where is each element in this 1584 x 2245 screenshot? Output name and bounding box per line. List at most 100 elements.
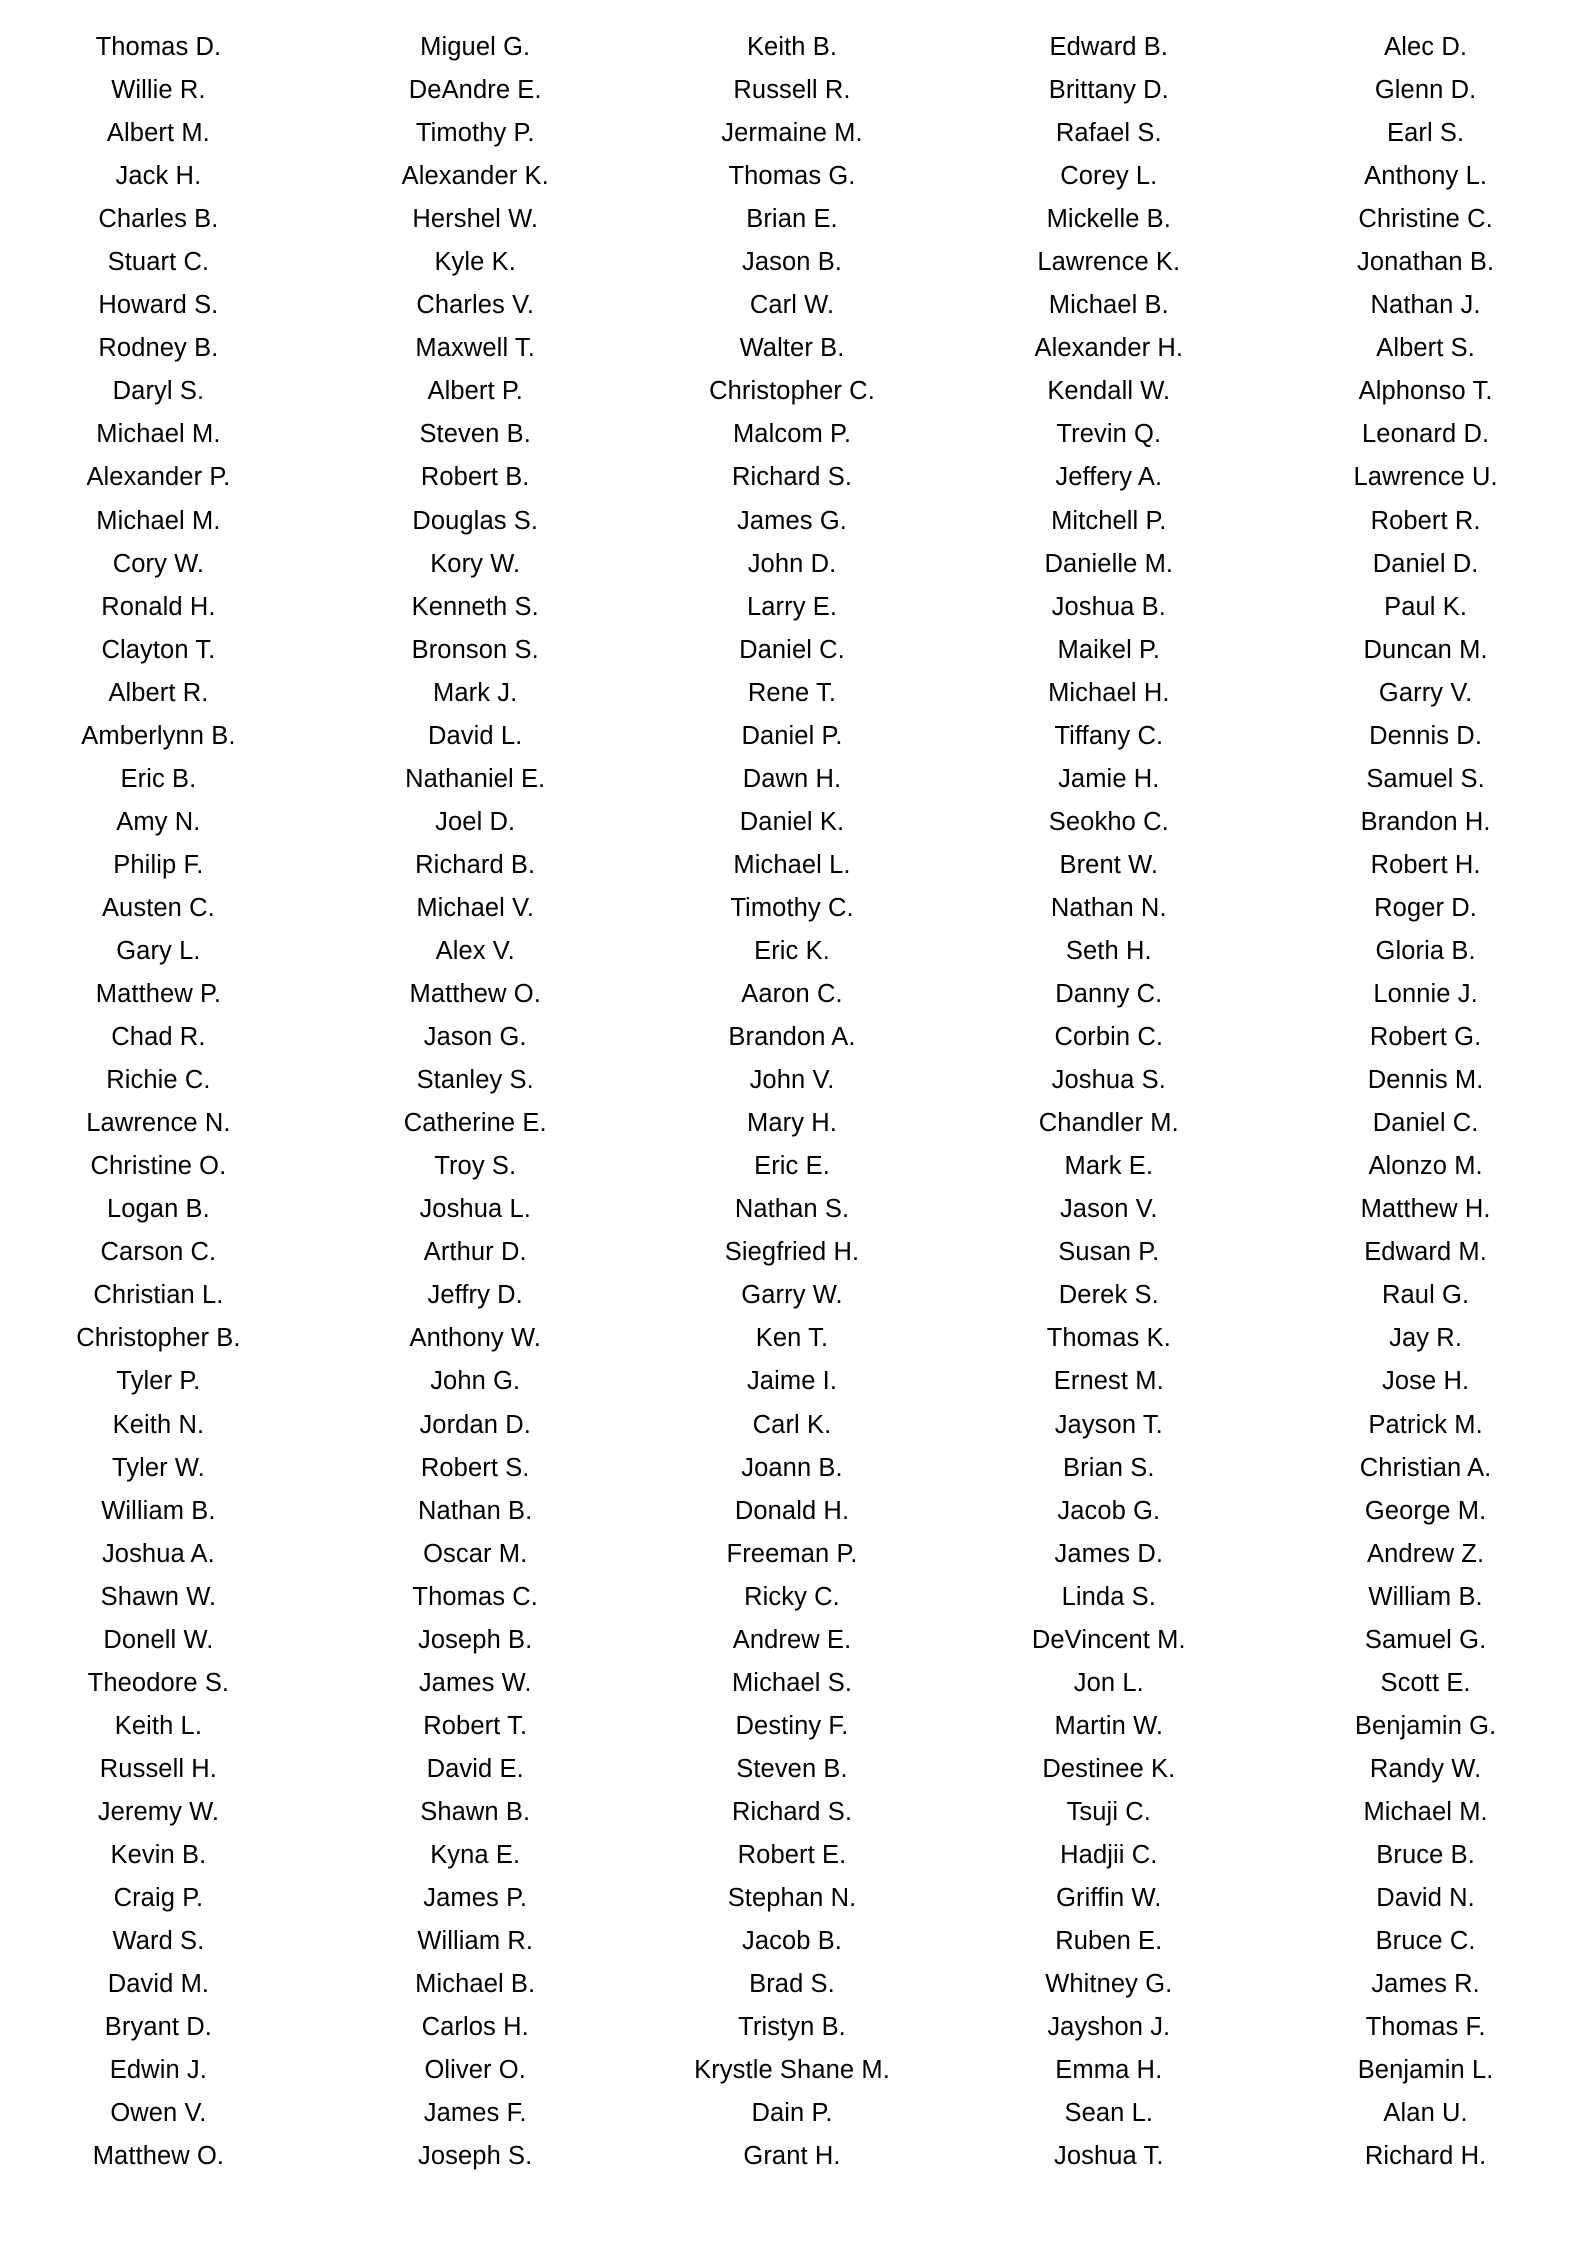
name-entry: Clayton T. bbox=[101, 635, 216, 664]
name-entry: Stephan N. bbox=[727, 1884, 857, 1913]
name-entry: Stanley S. bbox=[416, 1066, 534, 1095]
name-entry: Dawn H. bbox=[742, 764, 842, 793]
name-entry: Matthew P. bbox=[95, 980, 222, 1009]
name-entry: Troy S. bbox=[434, 1152, 517, 1181]
name-entry: Alex V. bbox=[435, 936, 515, 965]
name-list-grid: Thomas D. Willie R. Albert M. Jack H. Charle… bbox=[0, 0, 1584, 2178]
name-entry: Timothy P. bbox=[415, 119, 535, 148]
name-entry: Matthew H. bbox=[1360, 1195, 1491, 1224]
name-entry: Joann B. bbox=[741, 1453, 843, 1482]
name-entry: Joshua L. bbox=[419, 1195, 531, 1224]
name-entry: Garry W. bbox=[741, 1281, 843, 1310]
name-entry: Dennis M. bbox=[1367, 1066, 1484, 1095]
name-entry: Michael B. bbox=[1048, 291, 1169, 320]
name-entry: Jonathan B. bbox=[1356, 248, 1495, 277]
name-entry: David E. bbox=[426, 1754, 524, 1783]
name-entry: Tyler W. bbox=[111, 1453, 205, 1482]
name-entry: Daniel D. bbox=[1372, 549, 1479, 578]
name-entry: Tyler P. bbox=[116, 1367, 201, 1396]
name-entry: Scott E. bbox=[1380, 1668, 1471, 1697]
names-column-1: Thomas D. Willie R. Albert M. Jack H. Charle… bbox=[0, 26, 317, 2178]
name-entry: Bruce C. bbox=[1375, 1927, 1476, 1956]
name-entry: Oliver O. bbox=[424, 2056, 526, 2085]
name-entry: Eric K. bbox=[754, 936, 830, 965]
name-entry: Carl K. bbox=[752, 1410, 832, 1439]
name-entry: Maxwell T. bbox=[415, 334, 535, 363]
name-entry: Catherine E. bbox=[403, 1109, 547, 1138]
name-entry: Joseph B. bbox=[418, 1625, 533, 1654]
name-entry: Joshua A. bbox=[101, 1539, 215, 1568]
name-entry: Michael M. bbox=[1363, 1797, 1488, 1826]
name-entry: Destiny F. bbox=[735, 1711, 849, 1740]
name-entry: James W. bbox=[418, 1668, 532, 1697]
name-entry: Edward B. bbox=[1049, 33, 1169, 61]
name-entry: Trevin Q. bbox=[1056, 420, 1162, 449]
name-entry: Amberlynn B. bbox=[81, 721, 236, 750]
name-entry: Carson C. bbox=[100, 1238, 217, 1267]
name-entry: Jayshon J. bbox=[1047, 2013, 1171, 2042]
names-column-2: Miguel G. DeAndre E. Timothy P. Alexander K… bbox=[317, 26, 634, 2178]
name-entry: Craig P. bbox=[113, 1884, 204, 1913]
name-entry: Whitney G. bbox=[1045, 1970, 1173, 1999]
name-entry: Mark J. bbox=[433, 678, 518, 707]
name-entry: Bruce B. bbox=[1376, 1840, 1475, 1869]
name-entry: Jaime I. bbox=[746, 1367, 838, 1396]
name-entry: Russell H. bbox=[99, 1754, 217, 1783]
name-entry: Eric E. bbox=[754, 1152, 830, 1181]
name-entry: Carlos H. bbox=[421, 2013, 529, 2042]
name-entry: Benjamin G. bbox=[1354, 1711, 1497, 1740]
name-entry: Joseph S. bbox=[418, 2142, 533, 2171]
name-entry: Derek S. bbox=[1058, 1281, 1159, 1310]
name-entry: Christian L. bbox=[93, 1281, 224, 1310]
name-entry: Lawrence N. bbox=[86, 1109, 231, 1138]
name-entry: Tiffany C. bbox=[1054, 721, 1164, 750]
name-entry: Donell W. bbox=[103, 1625, 214, 1654]
name-entry: Jason G. bbox=[423, 1023, 527, 1052]
name-entry: James F. bbox=[423, 2099, 527, 2128]
name-entry: Rafael S. bbox=[1055, 119, 1162, 148]
name-entry: Albert P. bbox=[427, 377, 523, 406]
name-entry: Richard S. bbox=[731, 1797, 853, 1826]
name-entry: Destinee K. bbox=[1042, 1754, 1176, 1783]
name-entry: Keith N. bbox=[112, 1410, 205, 1439]
name-entry: Kyle K. bbox=[434, 248, 516, 277]
name-entry: Daniel P. bbox=[741, 721, 843, 750]
name-entry: Nathan N. bbox=[1050, 893, 1167, 922]
name-entry: Shawn B. bbox=[420, 1797, 531, 1826]
name-entry: Dain P. bbox=[751, 2099, 833, 2128]
name-entry: Keith L. bbox=[114, 1711, 203, 1740]
name-entry: Tsuji C. bbox=[1066, 1797, 1151, 1826]
name-entry: Albert M. bbox=[106, 119, 210, 148]
name-entry: Stuart C. bbox=[107, 248, 210, 277]
name-entry: Andrew Z. bbox=[1367, 1539, 1485, 1568]
name-entry: Christine O. bbox=[90, 1152, 227, 1181]
name-entry: Edwin J. bbox=[109, 2056, 207, 2085]
name-entry: Danielle M. bbox=[1044, 549, 1174, 578]
name-entry: Daryl S. bbox=[112, 377, 205, 406]
name-entry: Malcom P. bbox=[732, 420, 852, 449]
name-entry: Oscar M. bbox=[423, 1539, 528, 1568]
name-entry: Bronson S. bbox=[411, 635, 539, 664]
name-entry: Michael B. bbox=[415, 1970, 536, 1999]
name-entry: Christian A. bbox=[1359, 1453, 1492, 1482]
name-entry: Grant H. bbox=[743, 2142, 841, 2171]
name-entry: Steven B. bbox=[419, 420, 531, 449]
name-entry: James G. bbox=[737, 506, 847, 535]
name-entry: Seth H. bbox=[1065, 936, 1152, 965]
name-entry: Hadjii C. bbox=[1060, 1840, 1158, 1869]
name-entry: Garry V. bbox=[1378, 678, 1473, 707]
name-entry: John D. bbox=[747, 549, 837, 578]
name-entry: Freeman P. bbox=[726, 1539, 858, 1568]
name-entry: Jason V. bbox=[1059, 1195, 1158, 1224]
name-entry: Thomas F. bbox=[1365, 2013, 1486, 2042]
name-entry: Jeffery A. bbox=[1055, 463, 1163, 492]
name-entry: Austen C. bbox=[101, 893, 215, 922]
name-entry: Ruben E. bbox=[1055, 1927, 1163, 1956]
name-entry: Howard S. bbox=[98, 291, 219, 320]
name-entry: Michael V. bbox=[416, 893, 535, 922]
name-entry: Kyna E. bbox=[430, 1840, 521, 1869]
name-entry: Joshua T. bbox=[1053, 2142, 1164, 2171]
name-entry: Leonard D. bbox=[1362, 420, 1490, 449]
name-entry: Brittany D. bbox=[1048, 76, 1169, 105]
name-entry: Joshua B. bbox=[1051, 592, 1166, 621]
